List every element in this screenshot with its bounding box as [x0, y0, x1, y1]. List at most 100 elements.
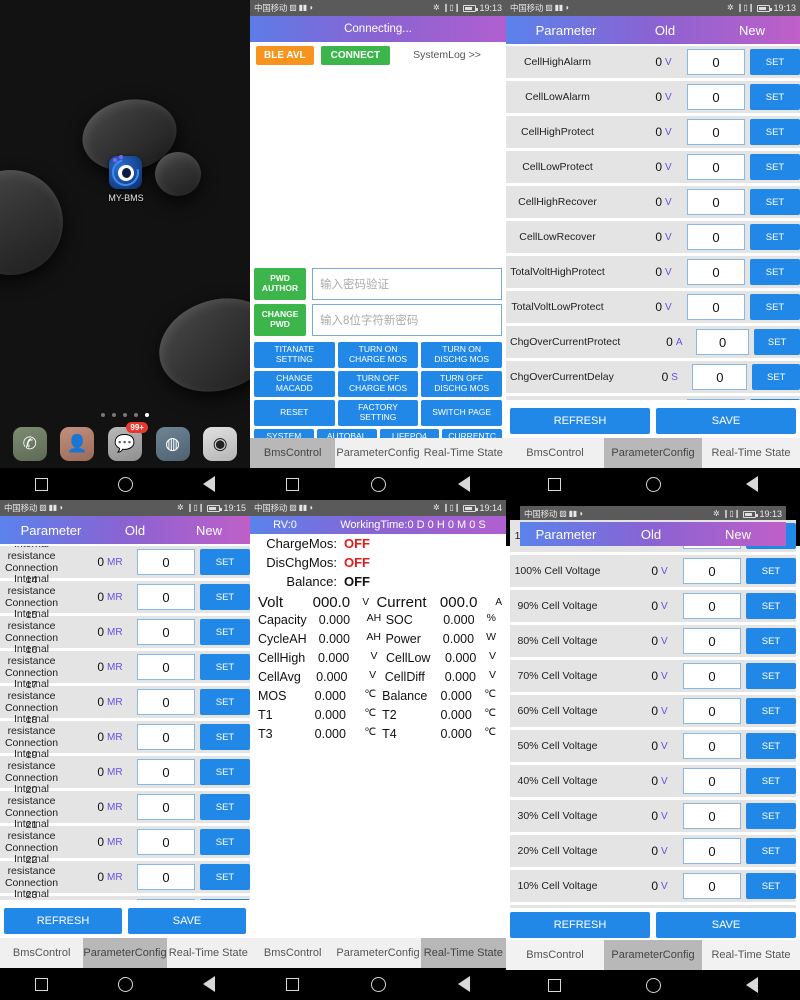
ble-avl-button[interactable]: BLE AVL	[256, 45, 314, 65]
bms-command-button[interactable]: SWITCH PAGE	[421, 400, 502, 426]
parameter-new-input[interactable]: 0	[687, 294, 745, 320]
bms-command-button[interactable]: RESET	[254, 400, 335, 426]
bms-command-button[interactable]: FACTORY SETTING	[337, 400, 419, 426]
set-button[interactable]: SET	[200, 619, 250, 645]
parameter-new-input[interactable]: 0	[137, 724, 195, 750]
back-icon[interactable]	[745, 977, 758, 993]
tab-real-time-state[interactable]: Real-Time State	[702, 940, 800, 970]
new-password-input[interactable]: 输入8位字符新密码	[312, 304, 502, 336]
home-icon[interactable]	[118, 976, 133, 992]
set-button[interactable]: SET	[200, 689, 250, 715]
recent-apps-icon[interactable]	[286, 477, 299, 491]
change-pwd-button[interactable]: CHANGE PWD	[254, 304, 306, 336]
parameter-new-input[interactable]: 0	[137, 899, 195, 900]
parameter-new-input[interactable]: 0	[683, 698, 741, 724]
bms-command-button[interactable]: TURN ON DISCHG MOS	[421, 342, 502, 368]
dock-icon-camera[interactable]: ◉	[203, 427, 238, 461]
parameter-new-input[interactable]: 0	[683, 593, 741, 619]
parameter-new-input[interactable]: 0	[137, 759, 195, 785]
tab-real-time-state[interactable]: Real-Time State	[167, 938, 250, 968]
refresh-button[interactable]: REFRESH	[510, 912, 650, 938]
tab-parameter-config[interactable]: ParameterConfig	[335, 938, 420, 968]
set-button[interactable]: SET	[200, 794, 250, 820]
dock-icon-contacts[interactable]: 👤	[60, 427, 95, 461]
dock-icon-phone[interactable]: ✆	[12, 427, 47, 461]
parameter-new-input[interactable]: 0	[137, 654, 195, 680]
parameter-new-input[interactable]: 0	[137, 584, 195, 610]
back-icon[interactable]	[203, 476, 215, 492]
set-button[interactable]: SET	[746, 698, 796, 724]
set-button[interactable]: SET	[750, 224, 800, 250]
set-button[interactable]: SET	[200, 549, 250, 575]
page-dot[interactable]	[112, 413, 116, 417]
parameter-new-input[interactable]: 0	[137, 864, 195, 890]
parameter-new-input[interactable]: 0	[687, 399, 745, 400]
home-icon[interactable]	[118, 476, 133, 492]
dock-icon-messages[interactable]: 💬 99+	[107, 422, 148, 461]
back-icon[interactable]	[745, 476, 758, 492]
set-button[interactable]: SET	[746, 803, 796, 829]
home-icon[interactable]	[371, 476, 386, 492]
tab-parameter-config[interactable]: ParameterConfig	[604, 438, 702, 468]
page-dot[interactable]	[101, 413, 105, 417]
parameter-new-input[interactable]: 0	[687, 119, 745, 145]
set-button[interactable]: SET	[200, 654, 250, 680]
set-button[interactable]: SET	[754, 329, 800, 355]
home-icon[interactable]	[645, 476, 661, 492]
parameter-new-input[interactable]: 0	[692, 364, 748, 390]
recent-apps-icon[interactable]	[548, 477, 562, 491]
parameter-new-input[interactable]: 0	[683, 838, 741, 864]
page-dot[interactable]	[134, 413, 138, 417]
system-log-link[interactable]: SystemLog >>	[413, 49, 481, 61]
bms-command-button[interactable]: TURN OFF DISCHG MOS	[421, 371, 502, 397]
set-button[interactable]: SET	[750, 259, 800, 285]
parameter-new-input[interactable]: 0	[137, 549, 195, 575]
set-button[interactable]: SET	[746, 663, 796, 689]
set-button[interactable]: SET	[750, 119, 800, 145]
parameter-new-input[interactable]: 0	[683, 873, 741, 899]
parameter-new-input[interactable]: 0	[683, 663, 741, 689]
app-icon-my-bms[interactable]	[107, 154, 144, 191]
set-button[interactable]: SET	[750, 154, 800, 180]
dock-icon-browser[interactable]: ◍	[155, 427, 190, 461]
parameter-new-input[interactable]: 0	[683, 558, 741, 584]
recent-apps-icon[interactable]	[35, 977, 48, 991]
parameter-new-input[interactable]: 0	[137, 619, 195, 645]
back-icon[interactable]	[458, 976, 470, 992]
parameter-new-input[interactable]: 0	[687, 49, 745, 75]
set-button[interactable]: SET	[200, 864, 250, 890]
parameter-new-input[interactable]: 0	[137, 689, 195, 715]
set-button[interactable]: SET	[200, 759, 250, 785]
parameter-new-input[interactable]: 0	[683, 733, 741, 759]
set-button[interactable]: SET	[200, 899, 250, 900]
tab-parameter-config[interactable]: ParameterConfig	[335, 438, 420, 468]
set-button[interactable]: SET	[746, 733, 796, 759]
parameter-new-input[interactable]: 0	[687, 154, 745, 180]
tab-bms-control[interactable]: BmsControl	[0, 938, 83, 968]
set-button[interactable]: SET	[200, 829, 250, 855]
set-button[interactable]: SET	[746, 593, 796, 619]
set-button[interactable]: SET	[750, 49, 800, 75]
home-icon[interactable]	[371, 976, 386, 992]
parameter-new-input[interactable]: 0	[683, 768, 741, 794]
page-dot[interactable]	[123, 413, 127, 417]
refresh-button[interactable]: REFRESH	[510, 408, 650, 434]
connect-button[interactable]: CONNECT	[320, 45, 391, 65]
tab-parameter-config[interactable]: ParameterConfig	[604, 940, 702, 970]
bms-command-button[interactable]: TURN OFF CHARGE MOS	[337, 371, 419, 397]
pwd-author-button[interactable]: PWD AUTHOR	[254, 268, 306, 300]
save-button[interactable]: SAVE	[656, 408, 796, 434]
parameter-new-input[interactable]: 0	[695, 329, 750, 355]
tab-bms-control[interactable]: BmsControl	[506, 940, 604, 970]
set-button[interactable]: SET	[200, 584, 250, 610]
set-button[interactable]: SET	[750, 399, 800, 400]
page-dot-active[interactable]	[145, 413, 149, 417]
set-button[interactable]: SET	[750, 294, 800, 320]
set-button[interactable]: SET	[200, 724, 250, 750]
save-button[interactable]: SAVE	[656, 912, 796, 938]
refresh-button[interactable]: REFRESH	[4, 908, 122, 934]
bms-command-button[interactable]: TURN ON CHARGE MOS	[337, 342, 419, 368]
tab-real-time-state[interactable]: Real-Time State	[420, 938, 506, 968]
recent-apps-icon[interactable]	[286, 977, 299, 991]
back-icon[interactable]	[203, 976, 215, 992]
